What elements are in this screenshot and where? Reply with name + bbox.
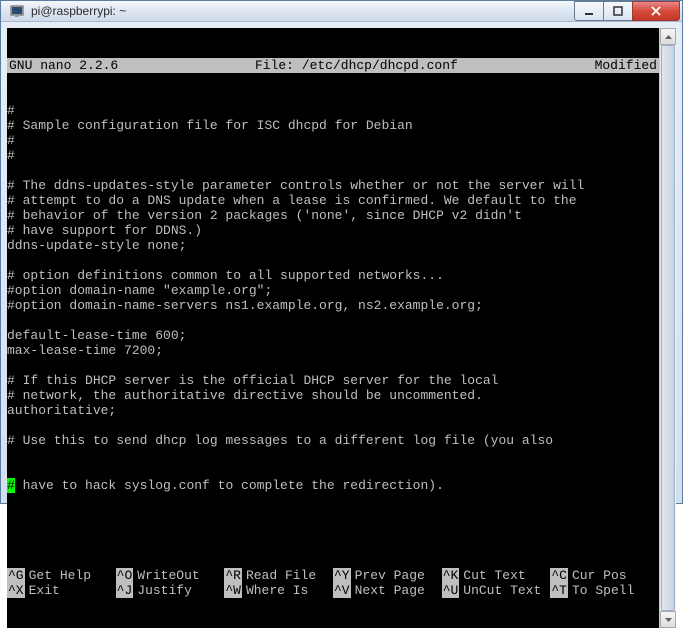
window-controls <box>575 1 680 21</box>
shortcut-key: ^C <box>550 568 568 583</box>
shortcut-key: ^G <box>7 568 25 583</box>
scroll-thumb[interactable] <box>661 45 675 611</box>
shortcut-label: Cur Pos <box>572 568 627 583</box>
shortcut-label: Read File <box>246 568 316 583</box>
shortcut-label: Next Page <box>355 583 425 598</box>
shortcut-key: ^R <box>224 568 242 583</box>
shortcut-label: WriteOut <box>137 568 199 583</box>
shortcut-key: ^V <box>333 583 351 598</box>
shortcut-item[interactable]: ^C Cur Pos <box>550 568 659 583</box>
cursor-line[interactable]: # have to hack syslog.conf to complete t… <box>7 478 659 493</box>
shortcut-label: Cut Text <box>463 568 525 583</box>
scroll-track[interactable] <box>660 45 676 611</box>
shortcut-key: ^O <box>116 568 134 583</box>
shortcut-key: ^T <box>550 583 568 598</box>
shortcut-item[interactable]: ^V Next Page <box>333 583 442 598</box>
close-button[interactable] <box>632 1 680 21</box>
shortcut-key: ^X <box>7 583 25 598</box>
shortcut-item[interactable]: ^Y Prev Page <box>333 568 442 583</box>
terminal-frame: GNU nano 2.2.6 File: /etc/dhcp/dhcpd.con… <box>1 22 682 634</box>
scroll-down-button[interactable] <box>660 611 676 628</box>
shortcut-label: To Spell <box>572 583 634 598</box>
shortcut-item[interactable]: ^G Get Help <box>7 568 116 583</box>
shortcut-label: UnCut Text <box>463 583 541 598</box>
window-title: pi@raspberrypi: ~ <box>31 4 575 18</box>
shortcut-label: Exit <box>29 583 60 598</box>
shortcut-item[interactable]: ^UUnCut Text <box>442 583 551 598</box>
scroll-up-button[interactable] <box>660 28 676 45</box>
nano-header: GNU nano 2.2.6 File: /etc/dhcp/dhcpd.con… <box>7 58 659 73</box>
shortcut-item[interactable]: ^JJustify <box>116 583 225 598</box>
shortcut-item[interactable]: ^KCut Text <box>442 568 551 583</box>
editor-body[interactable]: # # Sample configuration file for ISC dh… <box>7 103 659 448</box>
maximize-button[interactable] <box>603 1 633 21</box>
shortcut-key: ^Y <box>333 568 351 583</box>
nano-file: File: /etc/dhcp/dhcpd.conf <box>118 58 594 73</box>
terminal-content: GNU nano 2.2.6 File: /etc/dhcp/dhcpd.con… <box>7 28 659 628</box>
blank-line <box>7 523 659 538</box>
shortcut-item[interactable]: ^R Read File <box>224 568 333 583</box>
app-icon <box>9 3 25 19</box>
shortcut-label: Prev Page <box>355 568 425 583</box>
shortcut-label: Get Help <box>29 568 91 583</box>
shortcut-item[interactable]: ^X Exit <box>7 583 116 598</box>
nano-status: Modified <box>595 58 659 73</box>
terminal[interactable]: GNU nano 2.2.6 File: /etc/dhcp/dhcpd.con… <box>7 28 676 628</box>
minimize-button[interactable] <box>574 1 604 21</box>
shortcut-item[interactable]: ^W Where Is <box>224 583 333 598</box>
scrollbar[interactable] <box>659 28 676 628</box>
putty-window: pi@raspberrypi: ~ GNU nano 2.2.6 File: /… <box>0 0 683 504</box>
cursor-line-rest: have to hack syslog.conf to complete the… <box>15 478 444 493</box>
nano-version: GNU nano 2.2.6 <box>7 58 118 73</box>
shortcut-label: Justify <box>137 583 192 598</box>
nano-shortcuts: ^GGet Help^OWriteOut^RRead File^YPrev Pa… <box>7 568 659 598</box>
shortcut-item[interactable]: ^T To Spell <box>550 583 659 598</box>
shortcut-label: Where Is <box>246 583 308 598</box>
shortcut-item[interactable]: ^OWriteOut <box>116 568 225 583</box>
shortcut-key: ^J <box>116 583 134 598</box>
window-titlebar[interactable]: pi@raspberrypi: ~ <box>1 1 682 22</box>
cursor: # <box>7 478 15 493</box>
shortcut-key: ^W <box>224 583 242 598</box>
shortcut-key: ^U <box>442 583 460 598</box>
shortcut-key: ^K <box>442 568 460 583</box>
